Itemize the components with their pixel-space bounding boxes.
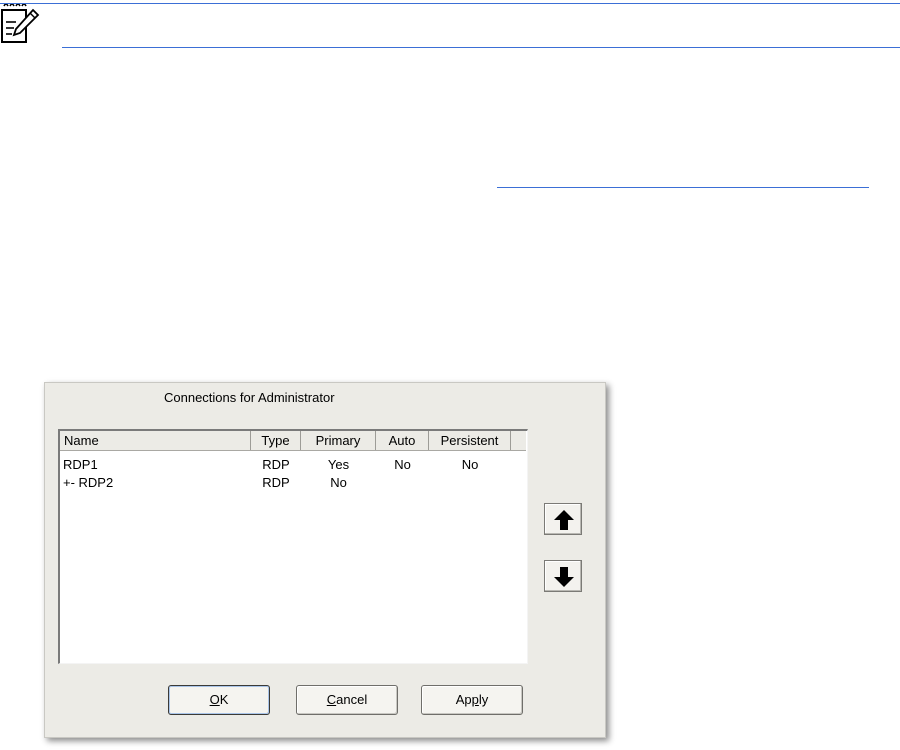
arrow-down-icon [554, 567, 574, 587]
list-header: Name Type Primary Auto Persistent [60, 431, 526, 451]
column-header-filler [511, 431, 526, 450]
ok-label-rest: K [219, 692, 229, 707]
note-top-rule [0, 3, 900, 4]
cell-name: RDP1 [63, 457, 98, 472]
cell-primary: Yes [327, 457, 350, 472]
apply-mnemonic: p [471, 692, 479, 707]
cell-persistent: No [461, 457, 479, 472]
column-header-primary[interactable]: Primary [301, 431, 376, 450]
note-pencil-icon [0, 2, 40, 46]
column-header-type[interactable]: Type [251, 431, 301, 450]
dialog-title: Connections for Administrator [164, 390, 335, 405]
apply-label-rest: ly [478, 692, 489, 707]
note-bottom-rule [62, 47, 900, 48]
connections-list[interactable]: Name Type Primary Auto Persistent RDP1 R… [58, 429, 528, 664]
ok-mnemonic: O [209, 692, 220, 707]
column-header-persistent[interactable]: Persistent [429, 431, 511, 450]
cell-persistent [429, 474, 511, 492]
move-down-button[interactable] [544, 560, 582, 592]
link-underline[interactable] [497, 187, 869, 188]
column-header-name[interactable]: Name [60, 431, 251, 450]
cell-type: RDP [262, 475, 290, 490]
cancel-mnemonic: C [326, 692, 337, 707]
apply-button[interactable]: Apply [421, 685, 523, 715]
page: Connections for Administrator Name Type … [0, 0, 900, 750]
cancel-label-rest: ancel [336, 692, 368, 707]
cancel-button[interactable]: Cancel [296, 685, 398, 715]
cell-name: +- RDP2 [63, 475, 114, 490]
move-up-button[interactable] [544, 503, 582, 535]
cell-auto [376, 474, 429, 492]
arrow-up-icon [554, 510, 574, 530]
cell-primary: No [330, 475, 347, 490]
cell-auto: No [394, 457, 411, 472]
column-header-auto[interactable]: Auto [376, 431, 429, 450]
list-row[interactable]: +- RDP2 RDP No [60, 474, 526, 492]
cell-type: RDP [262, 457, 290, 472]
connections-dialog: Connections for Administrator Name Type … [44, 382, 606, 738]
list-row[interactable]: RDP1 RDP Yes No No [60, 456, 526, 474]
apply-label-pre: Ap [455, 692, 472, 707]
ok-button[interactable]: OK [168, 685, 270, 715]
